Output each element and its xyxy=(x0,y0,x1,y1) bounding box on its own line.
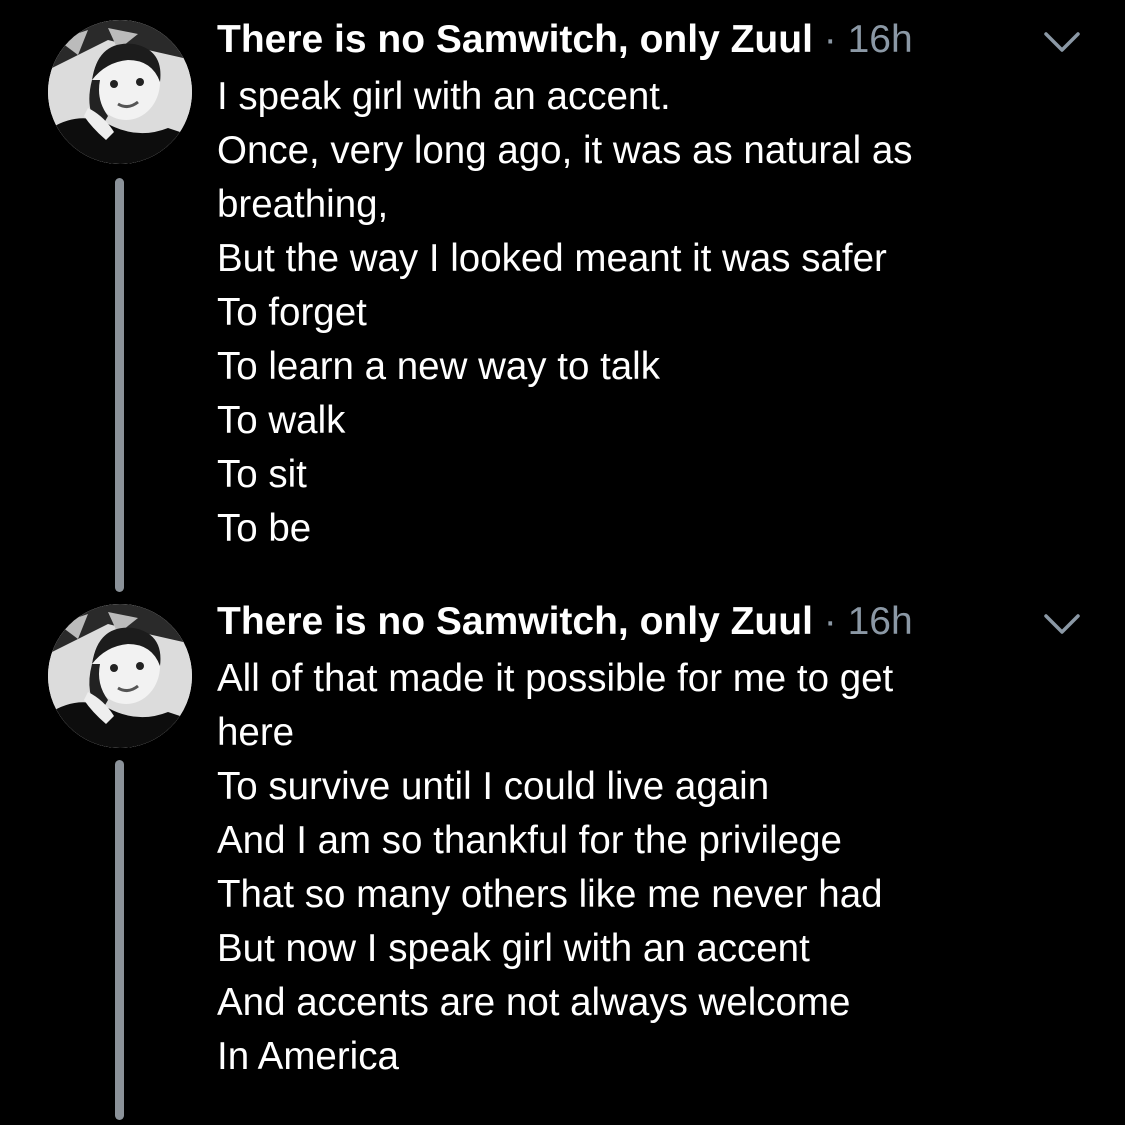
tweet-text-line: To sit xyxy=(217,453,307,496)
display-name[interactable]: There is no Samwitch, only Zuul xyxy=(217,600,813,643)
tweet-text-line: And I am so thankful for the privilege xyxy=(217,819,842,862)
tweet-text-line: To survive until I could live again xyxy=(217,765,770,808)
tweet-text: All of that made it possible for me to g… xyxy=(217,652,1017,1084)
tweet-text-line: To forget xyxy=(217,291,367,334)
thread-line xyxy=(115,760,124,1120)
chevron-down-icon[interactable] xyxy=(1040,24,1084,60)
tweet-header: There is no Samwitch, only Zuul · 16h xyxy=(217,598,913,646)
tweet-text-line: That so many others like me never had xyxy=(217,873,883,916)
tweet-text-line: All of that made it possible for me to g… xyxy=(217,657,894,700)
avatar[interactable] xyxy=(48,604,192,748)
tweet: There is no Samwitch, only Zuul · 16h I … xyxy=(0,0,1125,600)
tweet: There is no Samwitch, only Zuul · 16h Al… xyxy=(0,582,1125,1125)
separator-dot: · xyxy=(823,18,848,61)
tweet-text-line: breathing, xyxy=(217,183,389,226)
tweet-header: There is no Samwitch, only Zuul · 16h xyxy=(217,16,913,64)
tweet-text-line: And accents are not always welcome xyxy=(217,981,851,1024)
tweet-text-line: In America xyxy=(217,1035,399,1078)
avatar[interactable] xyxy=(48,20,192,164)
tweet-text-line: I speak girl with an accent. xyxy=(217,75,671,118)
tweet-text-line: But now I speak girl with an accent xyxy=(217,927,810,970)
display-name[interactable]: There is no Samwitch, only Zuul xyxy=(217,18,813,61)
tweet-text-line: To learn a new way to talk xyxy=(217,345,660,388)
timestamp[interactable]: 16h xyxy=(848,600,913,643)
tweet-text-line: here xyxy=(217,711,295,754)
tweet-text-line: To be xyxy=(217,507,312,550)
separator-dot: · xyxy=(823,600,848,643)
tweet-text-line: To walk xyxy=(217,399,346,442)
thread-line xyxy=(115,178,124,592)
tweet-text-line: But the way I looked meant it was safer xyxy=(217,237,887,280)
tweet-text-line: Once, very long ago, it was as natural a… xyxy=(217,129,913,172)
timestamp[interactable]: 16h xyxy=(848,18,913,61)
chevron-down-icon[interactable] xyxy=(1040,606,1084,642)
avatar-image xyxy=(48,604,192,748)
avatar-image xyxy=(48,20,192,164)
tweet-text: I speak girl with an accent. Once, very … xyxy=(217,70,1017,556)
